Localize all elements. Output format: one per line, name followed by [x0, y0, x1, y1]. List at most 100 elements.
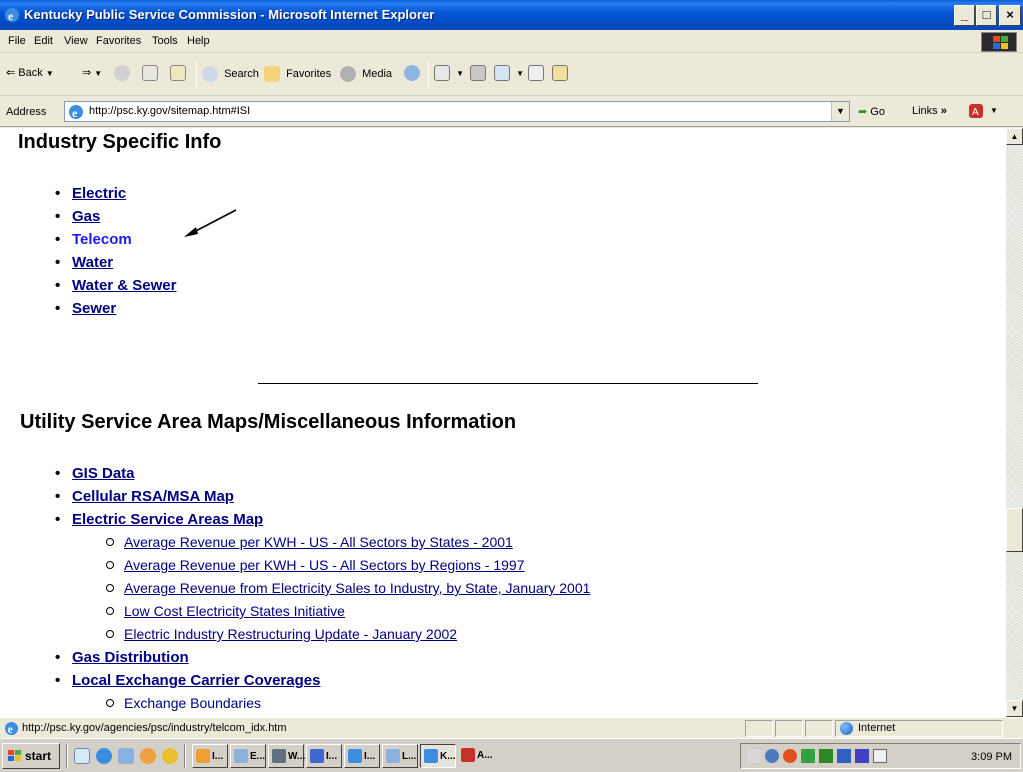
refresh-button[interactable]: [142, 65, 161, 81]
svg-text:A: A: [972, 107, 979, 118]
internet-explorer-icon[interactable]: [96, 748, 112, 764]
show-desktop-icon[interactable]: [74, 748, 90, 764]
link-avg-revenue-regions[interactable]: Average Revenue per KWH - US - All Secto…: [124, 557, 524, 573]
print-button[interactable]: [470, 65, 489, 81]
link-restructuring-update[interactable]: Electric Industry Restructuring Update -…: [124, 626, 457, 642]
link-electric[interactable]: Electric: [72, 185, 126, 202]
taskbar-button[interactable]: I...: [306, 744, 342, 768]
list-item[interactable]: • GIS Data: [55, 465, 135, 482]
messenger-icon[interactable]: [837, 749, 851, 763]
scroll-down-button[interactable]: ▼: [1006, 700, 1023, 717]
address-dropdown-button[interactable]: ▼: [831, 102, 849, 121]
sub-list-item[interactable]: Electric Industry Restructuring Update -…: [106, 626, 457, 642]
chevron-down-icon[interactable]: ▼: [990, 106, 998, 115]
section-title-maps: Utility Service Area Maps/Miscellaneous …: [20, 411, 517, 433]
taskbar-button[interactable]: W...: [268, 744, 305, 768]
link-local-exchange[interactable]: Local Exchange Carrier Coverages: [72, 672, 320, 689]
link-water[interactable]: Water: [72, 254, 113, 271]
favorites-button[interactable]: Favorites: [264, 66, 331, 82]
security-icon[interactable]: [801, 749, 815, 763]
link-avg-revenue-states[interactable]: Average Revenue per KWH - US - All Secto…: [124, 534, 513, 550]
maximize-button[interactable]: □: [976, 5, 997, 26]
menu-edit[interactable]: Edit: [34, 35, 53, 47]
link-telecom[interactable]: Telecom: [72, 231, 132, 248]
link-avg-revenue-industry[interactable]: Average Revenue from Electricity Sales t…: [124, 580, 590, 596]
link-electric-service-areas[interactable]: Electric Service Areas Map: [72, 511, 263, 528]
go-button[interactable]: ➦ Go: [858, 105, 885, 118]
menu-help[interactable]: Help: [187, 35, 210, 47]
search-icon: [202, 66, 218, 82]
taskbar-button[interactable]: E...: [230, 744, 266, 768]
home-button[interactable]: [170, 65, 189, 81]
media-player-icon[interactable]: [140, 748, 156, 764]
link-cellular-map[interactable]: Cellular RSA/MSA Map: [72, 488, 234, 505]
close-button[interactable]: ×: [999, 5, 1021, 26]
link-gis-data[interactable]: GIS Data: [72, 465, 135, 482]
list-item[interactable]: • Gas Distribution: [55, 649, 189, 666]
history-button[interactable]: [404, 65, 423, 81]
taskbar-button[interactable]: I...: [344, 744, 380, 768]
search-button[interactable]: Search: [202, 66, 259, 82]
scrollbar-thumb[interactable]: [1006, 508, 1023, 552]
messenger-button[interactable]: [552, 65, 571, 81]
links-button[interactable]: Links »: [912, 105, 947, 117]
list-item[interactable]: • Electric: [55, 185, 126, 202]
link-gas-distribution[interactable]: Gas Distribution: [72, 649, 189, 666]
start-button[interactable]: start: [2, 743, 60, 769]
list-item[interactable]: • Water & Sewer: [55, 277, 176, 294]
status-icon[interactable]: [819, 749, 833, 763]
media-button[interactable]: Media: [340, 66, 392, 82]
list-item[interactable]: • Water: [55, 254, 113, 271]
list-item[interactable]: • Cellular RSA/MSA Map: [55, 488, 234, 505]
discuss-button[interactable]: [528, 65, 547, 81]
sub-list-item[interactable]: Low Cost Electricity States Initiative: [106, 603, 345, 619]
list-item[interactable]: • Gas: [55, 208, 100, 225]
stop-button[interactable]: [114, 65, 133, 81]
sub-list-item[interactable]: Average Revenue per KWH - US - All Secto…: [106, 534, 513, 550]
status-text: http://psc.ky.gov/agencies/psc/industry/…: [22, 722, 287, 734]
taskbar-button[interactable]: A...: [458, 744, 494, 768]
network-icon[interactable]: [765, 749, 779, 763]
taskbar-button[interactable]: L...: [382, 744, 418, 768]
menu-tools[interactable]: Tools: [152, 35, 178, 47]
taskbar-button-active[interactable]: K...: [420, 744, 456, 768]
shield-icon[interactable]: [855, 749, 869, 763]
list-item[interactable]: • Telecom: [55, 231, 132, 248]
menu-view[interactable]: View: [64, 35, 88, 47]
taskbar-separator: [184, 744, 186, 768]
svg-text:e: e: [72, 106, 78, 120]
link-gas[interactable]: Gas: [72, 208, 100, 225]
sub-list-item[interactable]: Average Revenue from Electricity Sales t…: [106, 580, 590, 596]
antivirus-icon[interactable]: [783, 749, 797, 763]
scroll-up-button[interactable]: ▲: [1006, 128, 1023, 145]
taskbar-button[interactable]: I...: [192, 744, 228, 768]
volume-icon[interactable]: [747, 749, 761, 763]
back-button[interactable]: ⇐ Back ▼: [6, 66, 54, 79]
list-item[interactable]: • Electric Service Areas Map: [55, 511, 263, 528]
refresh-icon: [142, 65, 158, 81]
link-low-cost-electricity[interactable]: Low Cost Electricity States Initiative: [124, 603, 345, 619]
forward-button[interactable]: ⇒ ▼: [82, 66, 102, 79]
link-sewer[interactable]: Sewer: [72, 300, 116, 317]
vertical-scrollbar[interactable]: ▲ ▼: [1006, 128, 1023, 717]
menu-file[interactable]: File: [8, 35, 26, 47]
word-icon: [310, 749, 324, 763]
outlook-icon[interactable]: [118, 748, 134, 764]
annotation-arrow-icon: [184, 209, 237, 237]
sub-list-item[interactable]: Average Revenue per KWH - US - All Secto…: [106, 557, 524, 573]
menu-favorites[interactable]: Favorites: [96, 35, 141, 47]
acrobat-icon[interactable]: A: [968, 103, 984, 119]
realplayer-icon[interactable]: [162, 748, 178, 764]
link-exchange-boundaries[interactable]: Exchange Boundaries: [124, 695, 261, 711]
address-input[interactable]: e http://psc.ky.gov/sitemap.htm#ISI ▼: [64, 101, 850, 122]
mail-icon[interactable]: [873, 749, 887, 763]
edit-button[interactable]: ▼: [494, 65, 524, 81]
list-item[interactable]: • Local Exchange Carrier Coverages: [55, 672, 320, 689]
link-water-sewer[interactable]: Water & Sewer: [72, 277, 176, 294]
minimize-button[interactable]: _: [954, 5, 975, 26]
sub-list-item[interactable]: Exchange Boundaries: [106, 695, 261, 711]
task-label: I...: [326, 751, 338, 762]
list-item[interactable]: • Sewer: [55, 300, 116, 317]
app-icon: [272, 749, 286, 763]
mail-button[interactable]: ▼: [434, 65, 464, 81]
